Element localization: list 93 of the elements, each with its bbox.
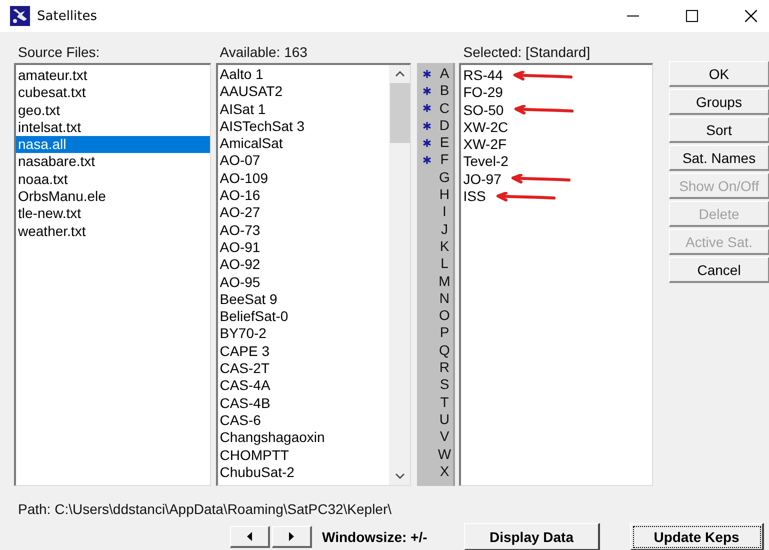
satellite-item[interactable]: JO-97	[463, 170, 502, 188]
file-item[interactable]: OrbsManu.ele	[16, 188, 210, 206]
scroll-thumb[interactable]	[390, 83, 410, 143]
group-letter[interactable]: D	[437, 116, 452, 134]
next-button[interactable]	[272, 526, 312, 548]
satellite-item[interactable]: Changshagaoxin	[218, 429, 390, 447]
satellite-item[interactable]: AO-16	[218, 187, 390, 204]
satellite-item[interactable]: AmicalSat	[218, 135, 390, 152]
satellite-item[interactable]: ISS	[463, 188, 486, 206]
satellite-item[interactable]: CAS-4A	[218, 377, 390, 395]
group-letter[interactable]: L	[437, 255, 452, 273]
group-letter[interactable]: A	[437, 65, 452, 82]
group-letter[interactable]: N	[437, 290, 452, 308]
satellite-item[interactable]: BeeSat 9	[218, 290, 390, 308]
satellite-item[interactable]: AISTechSat 3	[218, 118, 390, 136]
group-letter[interactable]: O	[437, 307, 452, 324]
satellite-item[interactable]: AO-91	[218, 238, 390, 256]
scroll-up-icon[interactable]	[394, 71, 405, 77]
update-keps-button[interactable]: Update Keps	[630, 523, 764, 550]
group-letter[interactable]: B	[437, 82, 452, 100]
satellite-item[interactable]: FO-29	[463, 84, 503, 102]
file-item[interactable]: intelsat.txt	[16, 118, 210, 136]
satellite-item[interactable]: BeliefSat-0	[218, 308, 390, 326]
available-list[interactable]: Aalto 1 AAUSAT2 AISat 1 AISTechSat 3 AmicalSat AO-07 AO-109 AO-16 AO-27 AO-73 AO-91 AO-92 AO-95 BeeSat 9 BeliefSat-0 BY70-2 CAPE 3 CAS-2T CAS-4A CAS-4B CAS-6 Changshagaoxin CHOMPTT ChubuSat-2	[216, 63, 412, 486]
group-letter[interactable]: Q	[437, 342, 452, 360]
group-letter[interactable]: J	[437, 220, 452, 238]
satellite-item[interactable]: AISat 1	[218, 100, 390, 118]
file-item[interactable]: noaa.txt	[16, 170, 210, 188]
window-title: Satellites	[37, 8, 98, 24]
scrollbar[interactable]	[389, 65, 410, 485]
group-letter[interactable]: S	[437, 376, 452, 394]
satellite-item[interactable]: CAPE 3	[218, 342, 390, 360]
previous-button[interactable]	[230, 526, 270, 548]
group-letter[interactable]: G	[437, 168, 452, 186]
satellite-item[interactable]: Aalto 1	[218, 66, 390, 84]
satellite-item[interactable]: AO-92	[218, 256, 390, 274]
satellite-item[interactable]: SO-50	[463, 102, 504, 119]
satellite-item[interactable]: AAUSAT2	[218, 83, 390, 101]
satellite-item[interactable]: AO-07	[218, 152, 390, 170]
satellite-item[interactable]: AO-27	[218, 204, 390, 222]
group-letter[interactable]: U	[437, 410, 452, 428]
file-item[interactable]: geo.txt	[16, 102, 210, 119]
satellite-item[interactable]: CAS-2T	[218, 360, 390, 378]
group-letter[interactable]: I	[437, 203, 452, 221]
group-letter[interactable]: R	[437, 359, 452, 376]
satellite-item[interactable]: Tevel-2	[463, 153, 508, 171]
satellite-item[interactable]: AO-73	[218, 222, 390, 239]
file-item[interactable]: tle-new.txt	[16, 205, 210, 223]
action-button[interactable]: OK	[669, 61, 769, 87]
group-letter[interactable]: M	[437, 272, 452, 290]
group-letter[interactable]: E	[437, 134, 452, 152]
group-letter[interactable]: W	[437, 446, 452, 463]
available-label: Available: 163	[218, 43, 308, 62]
action-button[interactable]: Sort	[669, 117, 769, 143]
close-icon[interactable]	[745, 10, 757, 22]
file-item[interactable]: cubesat.txt	[16, 84, 210, 102]
maximize-icon[interactable]	[686, 10, 698, 22]
display-data-button[interactable]: Display Data	[464, 523, 600, 550]
satellite-item[interactable]: CAS-4B	[218, 394, 390, 412]
group-letter[interactable]: K	[437, 238, 452, 256]
satellite-item[interactable]: AO-109	[218, 170, 390, 188]
satellite-item[interactable]: RS-44	[463, 67, 503, 84]
satellite-item[interactable]: AO-95	[218, 274, 390, 291]
right-triangle-icon	[288, 532, 294, 541]
source-files-label: Source Files:	[17, 43, 101, 62]
group-letter[interactable]: X	[437, 462, 452, 480]
satellite-item[interactable]: CHOMPTT	[218, 446, 390, 464]
windowsize-label: Windowsize: +/-	[322, 529, 428, 545]
action-button[interactable]: Cancel	[669, 257, 769, 283]
group-letter[interactable]: F	[437, 151, 452, 169]
satellite-item[interactable]: CAS-6	[218, 412, 390, 430]
satellite-item[interactable]: ChubuSat-2	[218, 464, 390, 482]
selected-label: Selected: [Standard]	[462, 43, 592, 62]
satellite-item[interactable]: BY70-2	[218, 325, 390, 343]
file-item[interactable]: nasa.all	[16, 136, 210, 154]
action-button[interactable]: Sat. Names	[669, 145, 769, 171]
app-icon	[10, 6, 30, 26]
group-letter[interactable]: P	[437, 324, 452, 342]
path-text: Path: C:\Users\ddstanci\AppData\Roaming\SatPC32\Kepler\	[17, 501, 393, 519]
action-button[interactable]: Groups	[669, 89, 769, 115]
file-item[interactable]: nasabare.txt	[16, 153, 210, 171]
scroll-down-icon[interactable]	[394, 473, 405, 479]
source-files-list[interactable]: amateur.txt cubesat.txt geo.txt intelsat.txt nasa.all nasabare.txt noaa.txt OrbsManu.ele tle-new.txt weather.txt	[14, 63, 211, 486]
group-letter[interactable]: V	[437, 428, 452, 446]
left-triangle-icon	[246, 532, 252, 541]
satellite-item[interactable]: XW-2C	[463, 118, 508, 136]
group-letter[interactable]: H	[437, 186, 452, 204]
satellite-item[interactable]: XW-2F	[463, 136, 507, 154]
file-item[interactable]: amateur.txt	[16, 67, 210, 84]
file-item[interactable]: weather.txt	[16, 222, 210, 240]
selected-list[interactable]: RS-44 FO-29 SO-50 XW-2C XW-2F Tevel-2 JO-97 ISS	[459, 63, 654, 486]
group-letter[interactable]: C	[437, 100, 452, 117]
group-letter[interactable]: T	[437, 394, 452, 411]
